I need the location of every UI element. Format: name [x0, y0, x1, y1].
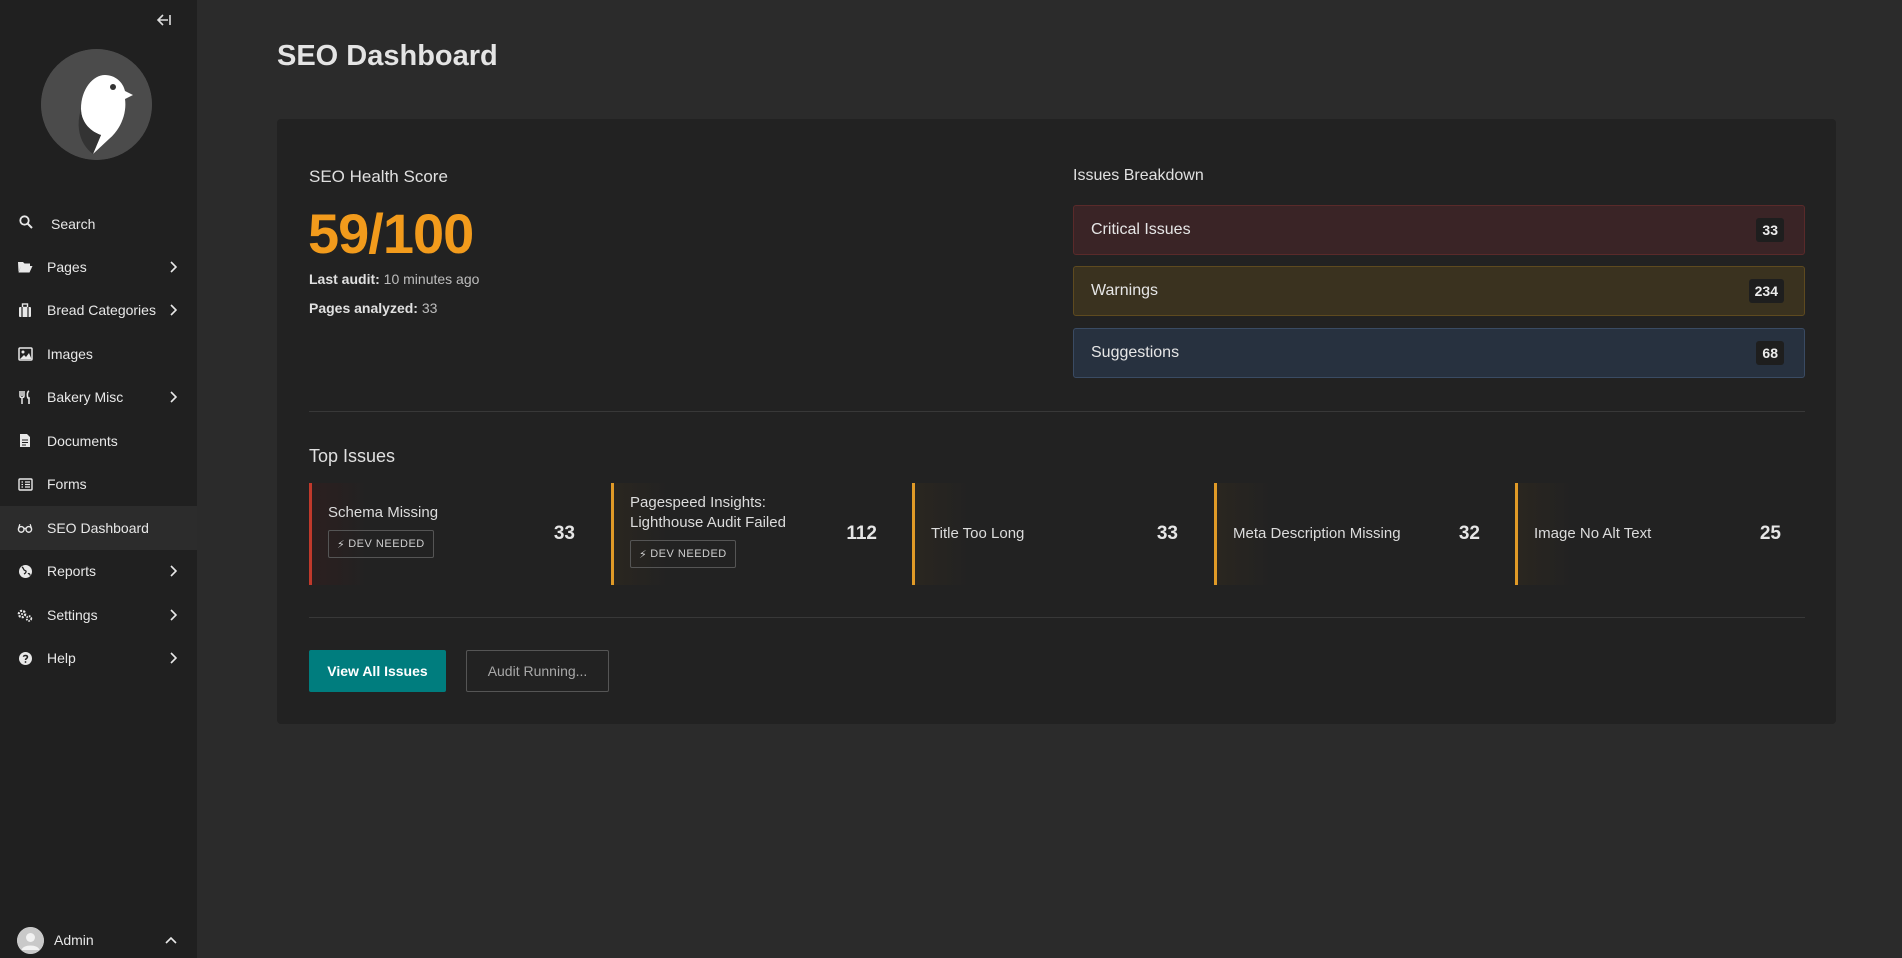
wagtail-logo[interactable] [41, 49, 152, 160]
health-score-heading: SEO Health Score [309, 167, 448, 186]
user-menu[interactable]: Admin [0, 922, 197, 958]
form-list-icon [17, 476, 33, 492]
last-audit: Last audit: 10 minutes ago [309, 271, 479, 287]
globe-icon [17, 563, 33, 579]
suggestions-row[interactable]: Suggestions 68 [1073, 328, 1805, 378]
top-issue-name: Title Too Long [931, 525, 1025, 542]
critical-issues-count: 33 [1756, 218, 1784, 242]
chevron-right-icon [167, 609, 179, 621]
sidebar: Search Pages Bread Categories Images Bak… [0, 0, 197, 958]
dev-needed-tag: ⚡︎ DEV NEEDED [328, 530, 434, 558]
cogs-icon [17, 607, 33, 623]
top-issue-count: 33 [1156, 523, 1178, 544]
help-icon [17, 650, 33, 666]
chevron-right-icon [167, 391, 179, 403]
health-score-value: 59/100 [308, 202, 474, 265]
sidebar-item-bakery-misc[interactable]: Bakery Misc [0, 376, 197, 420]
chevron-up-icon [165, 931, 177, 949]
utensils-icon [17, 389, 33, 405]
bolt-icon: ⚡︎ [639, 548, 648, 561]
sidebar-item-label: Documents [47, 432, 118, 449]
folder-open-icon [17, 259, 33, 275]
sidebar-item-label: Pages [47, 258, 87, 275]
view-all-issues-button[interactable]: View All Issues [309, 650, 446, 692]
warnings-row[interactable]: Warnings 234 [1073, 266, 1805, 316]
sidebar-item-documents[interactable]: Documents [0, 419, 197, 463]
sidebar-item-label: Reports [47, 563, 97, 580]
suggestions-count: 68 [1756, 341, 1784, 365]
sidebar-item-label: Bread Categories [47, 302, 156, 319]
chevron-right-icon [167, 261, 179, 273]
chevron-right-icon [167, 565, 179, 577]
avatar [17, 926, 44, 954]
sidebar-item-pages[interactable]: Pages [0, 245, 197, 289]
sidebar-item-label: SEO Dashboard [47, 519, 149, 536]
sidebar-item-settings[interactable]: Settings [0, 593, 197, 637]
seo-panel: SEO Health Score 59/100 Last audit: 10 m… [277, 119, 1836, 724]
last-audit-label: Last audit: [309, 271, 380, 287]
sidebar-search-label: Search [51, 216, 96, 232]
divider [309, 411, 1805, 412]
pages-analyzed: Pages analyzed: 33 [309, 300, 437, 316]
sidebar-item-seo-dashboard[interactable]: SEO Dashboard [0, 506, 197, 550]
page-title: SEO Dashboard [277, 40, 498, 72]
sidebar-item-forms[interactable]: Forms [0, 463, 197, 507]
top-issue-name: Image No Alt Text [1534, 525, 1652, 542]
pages-analyzed-label: Pages analyzed: [309, 300, 418, 316]
critical-issues-label: Critical Issues [1091, 221, 1191, 238]
document-icon [17, 433, 33, 449]
chevron-right-icon [167, 652, 179, 664]
glasses-icon [17, 520, 33, 536]
collapse-sidebar-icon[interactable] [154, 13, 174, 33]
top-issue-name: Pagespeed Insights: Lighthouse Audit Fai… [630, 494, 786, 531]
last-audit-value: 10 minutes ago [383, 271, 480, 287]
top-issue-count: 25 [1759, 523, 1781, 544]
sidebar-item-images[interactable]: Images [0, 332, 197, 376]
sidebar-nav: Pages Bread Categories Images Bakery Mis… [0, 245, 197, 680]
bolt-icon: ⚡︎ [337, 538, 346, 551]
warnings-label: Warnings [1091, 282, 1158, 299]
sidebar-item-label: Settings [47, 606, 98, 623]
top-issue-count: 112 [846, 523, 877, 544]
top-issue-count: 33 [553, 523, 575, 544]
critical-issues-row[interactable]: Critical Issues 33 [1073, 205, 1805, 255]
sidebar-item-label: Images [47, 345, 93, 362]
top-issue-name: Meta Description Missing [1233, 525, 1401, 542]
chevron-right-icon [167, 304, 179, 316]
sidebar-item-help[interactable]: Help [0, 637, 197, 681]
sidebar-item-label: Help [47, 650, 76, 667]
top-issues-heading: Top Issues [309, 446, 396, 466]
sidebar-item-bread-categories[interactable]: Bread Categories [0, 289, 197, 333]
dev-needed-tag: ⚡︎ DEV NEEDED [630, 540, 736, 568]
top-issue-card[interactable]: Schema Missing ⚡︎ DEV NEEDED 33 [309, 483, 591, 585]
top-issue-count: 32 [1458, 523, 1480, 544]
dev-needed-label: DEV NEEDED [348, 538, 425, 550]
divider [309, 617, 1805, 618]
pages-analyzed-value: 33 [421, 300, 438, 316]
search-icon [19, 214, 33, 234]
top-issue-name: Schema Missing [328, 504, 439, 521]
sidebar-item-label: Forms [47, 476, 87, 493]
top-issue-card[interactable]: Image No Alt Text 25 [1515, 483, 1797, 585]
suitcase-icon [17, 302, 33, 318]
sidebar-item-reports[interactable]: Reports [0, 550, 197, 594]
sidebar-item-label: Bakery Misc [47, 389, 124, 406]
user-name: Admin [54, 932, 94, 948]
image-icon [17, 346, 33, 362]
audit-running-button[interactable]: Audit Running... [466, 650, 609, 692]
issues-breakdown-heading: Issues Breakdown [1073, 167, 1204, 184]
warnings-count: 234 [1748, 279, 1784, 303]
suggestions-label: Suggestions [1091, 344, 1180, 361]
dev-needed-label: DEV NEEDED [650, 548, 727, 560]
top-issue-card[interactable]: Title Too Long 33 [912, 483, 1194, 585]
top-issue-card[interactable]: Pagespeed Insights: Lighthouse Audit Fai… [611, 483, 893, 585]
top-issue-card[interactable]: Meta Description Missing 32 [1214, 483, 1496, 585]
sidebar-search[interactable]: Search [0, 212, 197, 236]
